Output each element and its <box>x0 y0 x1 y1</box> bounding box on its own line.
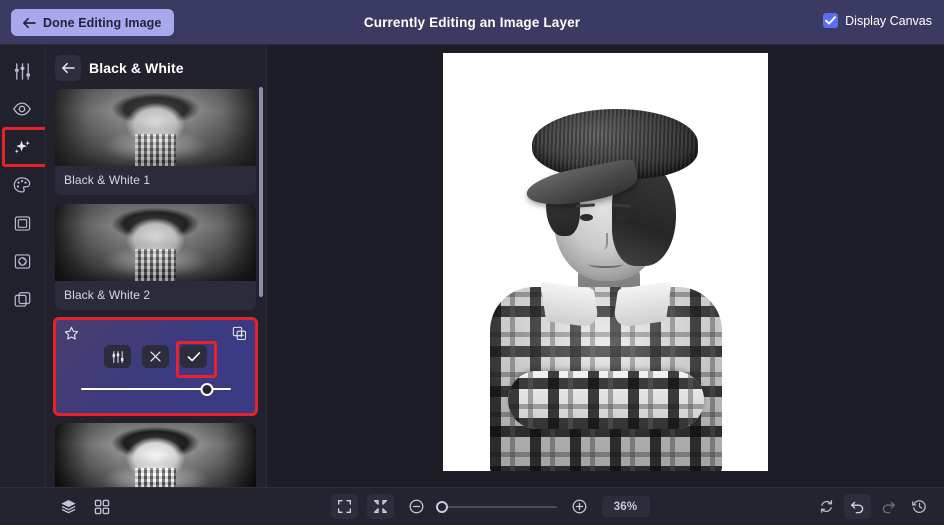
preset-card-4[interactable]: Black & White 4 <box>55 423 256 487</box>
panel-title: Black & White <box>89 60 184 76</box>
check-icon <box>187 351 200 361</box>
rail-item-filters[interactable] <box>6 245 38 277</box>
rail-item-frame[interactable] <box>6 207 38 239</box>
zoom-slider[interactable] <box>436 500 557 514</box>
preset-label: Black & White 2 <box>64 288 151 302</box>
bottom-right-tools <box>813 494 933 519</box>
preset-thumbnail <box>55 204 256 281</box>
bottom-center-tools: 36% <box>222 494 813 519</box>
preset-thumbnail <box>55 423 256 487</box>
thumbnail-image <box>55 423 256 487</box>
history-button[interactable] <box>906 494 933 519</box>
rail-item-adjustments[interactable] <box>6 55 38 87</box>
undo-button[interactable] <box>844 494 871 519</box>
adjust-effect-button[interactable] <box>104 345 131 368</box>
display-canvas-toggle[interactable]: Display Canvas <box>823 13 932 28</box>
frame-border-icon <box>14 215 30 231</box>
shrink-view-button[interactable] <box>366 494 394 519</box>
redo-button[interactable] <box>875 494 902 519</box>
fit-to-screen-icon <box>337 500 351 513</box>
duplicate-effect-button[interactable] <box>232 326 247 341</box>
aperture-filter-icon <box>14 253 30 269</box>
editor-body: Black & White Black & White 1 Black & Wh… <box>0 45 944 487</box>
reset-rotate-icon <box>820 500 833 513</box>
done-editing-image-label: Done Editing Image <box>43 15 162 30</box>
zoom-out-button[interactable] <box>403 494 430 519</box>
zoom-slider-handle[interactable] <box>436 500 449 513</box>
grid-view-button[interactable] <box>88 494 115 519</box>
canvas-stage[interactable] <box>267 45 944 487</box>
preset-card-1[interactable]: Black & White 1 <box>55 89 256 195</box>
preset-card-2[interactable]: Black & White 2 <box>55 204 256 310</box>
favorite-star-button[interactable] <box>64 326 79 341</box>
minus-circle-icon <box>409 499 423 514</box>
settings-sliders-icon <box>112 350 123 363</box>
sparkles-effects-icon <box>14 140 30 154</box>
top-bar: Done Editing Image Currently Editing an … <box>0 0 944 45</box>
eye-icon <box>13 102 31 116</box>
bottom-left-tools <box>0 494 222 519</box>
display-canvas-checkbox[interactable] <box>823 13 839 28</box>
rail-item-visibility[interactable] <box>6 93 38 125</box>
effects-panel: Black & White Black & White 1 Black & Wh… <box>45 45 267 487</box>
panel-back-button[interactable] <box>55 55 81 81</box>
duplicate-layers-icon <box>232 326 247 341</box>
panel-scrollbar[interactable] <box>259 87 263 297</box>
adjustments-sliders-icon <box>14 62 30 80</box>
check-icon <box>825 16 837 25</box>
tool-rail <box>0 45 48 487</box>
fit-to-screen-button[interactable] <box>330 494 358 519</box>
zoom-in-button[interactable] <box>566 494 593 519</box>
star-outline-icon <box>64 326 79 340</box>
layers-button[interactable] <box>55 494 82 519</box>
slider-handle[interactable] <box>200 382 213 396</box>
palette-icon <box>13 177 31 193</box>
panel-header: Black & White <box>45 45 266 89</box>
image-canvas[interactable] <box>443 53 768 471</box>
layers-stack-icon <box>61 500 76 514</box>
grid-squares-icon <box>94 499 109 514</box>
done-editing-image-button[interactable]: Done Editing Image <box>11 9 175 36</box>
close-x-icon <box>150 351 161 362</box>
shrink-collapse-icon <box>373 500 387 513</box>
rail-item-color[interactable] <box>6 169 38 201</box>
apply-effect-button[interactable] <box>176 341 217 378</box>
preset-thumbnail <box>55 89 256 166</box>
preset-label: Black & White 1 <box>64 173 151 187</box>
active-card-controls <box>55 319 256 414</box>
redo-icon <box>882 501 895 514</box>
image-editor-app: Done Editing Image Currently Editing an … <box>0 0 944 525</box>
rail-item-effects[interactable] <box>2 127 48 167</box>
preset-card-3-active[interactable] <box>53 317 258 416</box>
thumbnail-image <box>55 204 256 281</box>
presets-list: Black & White 1 Black & White 2 <box>45 89 266 487</box>
undo-icon <box>851 501 864 514</box>
remove-effect-button[interactable] <box>142 345 169 368</box>
history-clock-icon <box>912 500 926 513</box>
layers-overlay-icon <box>14 291 30 307</box>
zoom-slider-track <box>438 505 557 508</box>
zoom-level-value[interactable]: 36% <box>601 496 650 517</box>
display-canvas-label: Display Canvas <box>845 13 932 28</box>
rail-item-overlay[interactable] <box>6 283 38 315</box>
reset-button[interactable] <box>813 494 840 519</box>
plus-circle-icon <box>572 499 586 514</box>
effect-action-row <box>104 341 217 378</box>
thumbnail-image <box>55 89 256 166</box>
canvas-image-portrait <box>443 53 768 471</box>
effect-intensity-slider[interactable] <box>80 382 231 396</box>
arrow-left-icon <box>23 17 36 28</box>
arrow-left-icon <box>62 62 75 74</box>
bottom-toolbar: 36% <box>0 487 944 525</box>
